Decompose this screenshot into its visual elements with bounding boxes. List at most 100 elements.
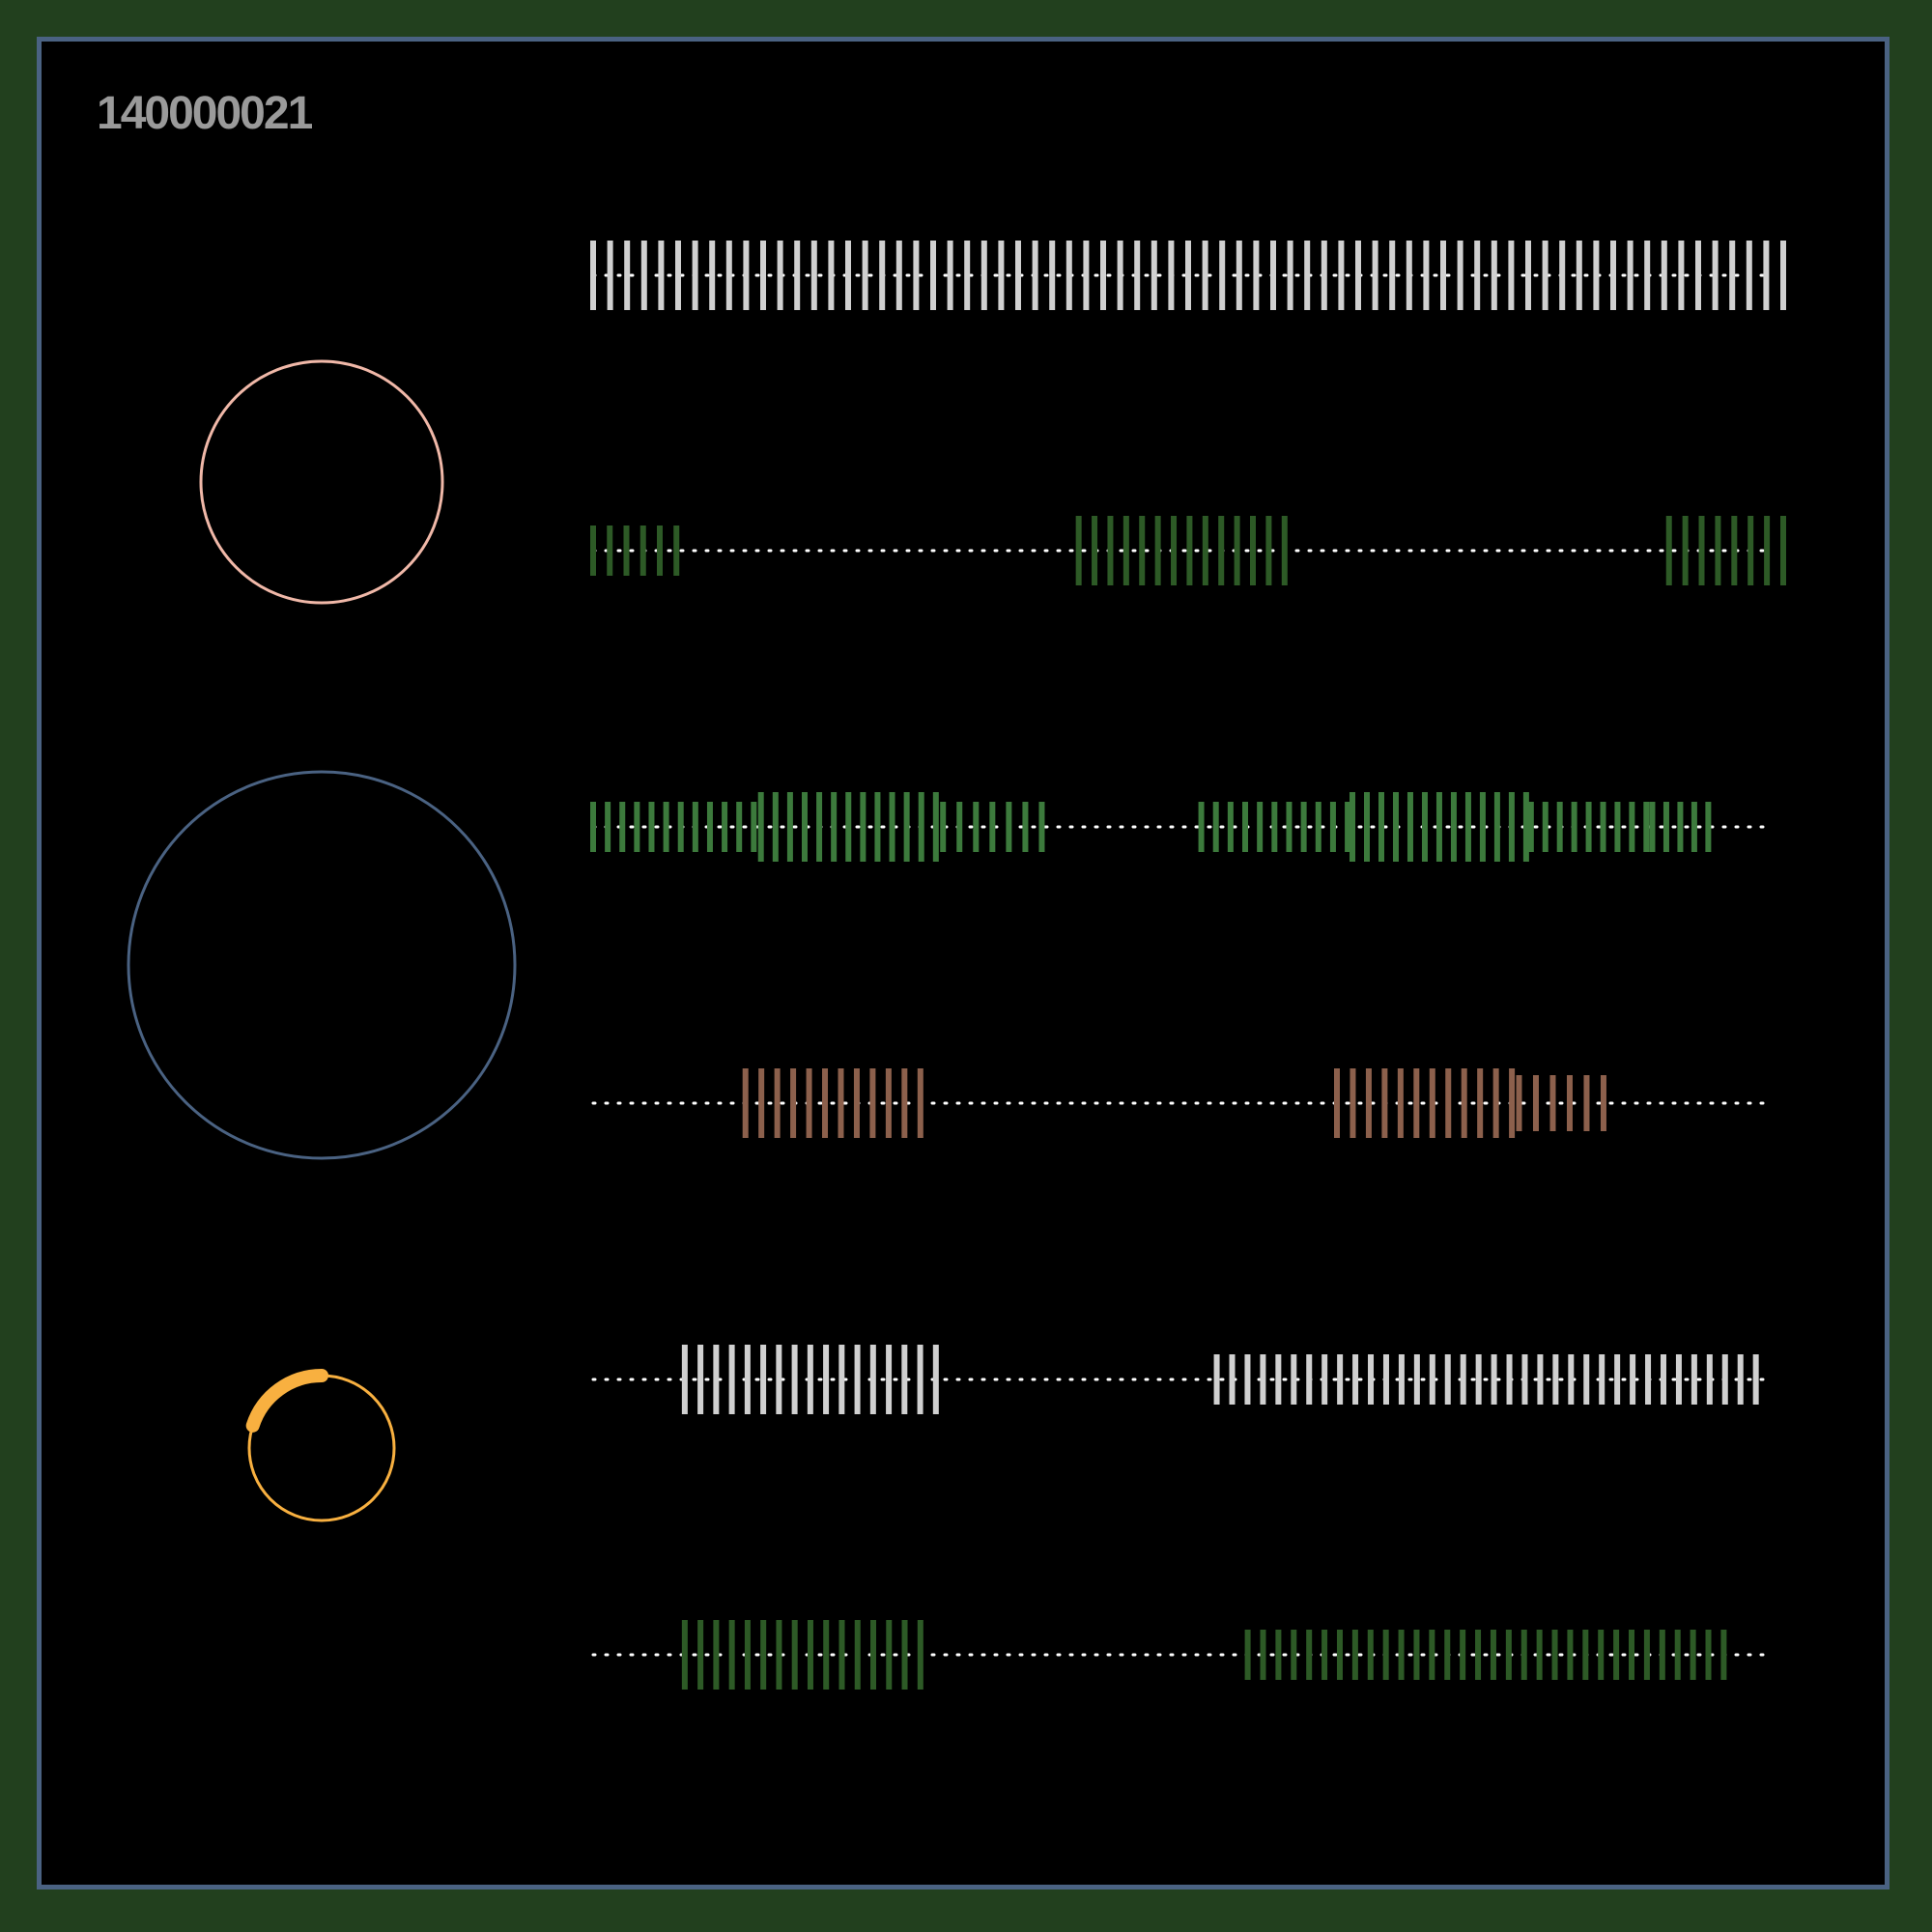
track-4-bar (901, 1068, 908, 1138)
track-6-bar (886, 1620, 893, 1690)
track-5-bar (901, 1345, 908, 1414)
track-5-bar (869, 1345, 876, 1414)
track-4-bar (1509, 1068, 1516, 1138)
track-4-bar (1516, 1075, 1522, 1131)
track-5-bar (823, 1345, 830, 1414)
track-2-bar (673, 526, 680, 576)
track-2-bar (623, 526, 630, 576)
track-4-bar (1477, 1068, 1484, 1138)
track-5-bar (1706, 1354, 1713, 1405)
track-6-bar (1720, 1630, 1727, 1680)
track-5-bar (1599, 1354, 1605, 1405)
track-3-bar (1212, 802, 1219, 852)
track-3-bar (1378, 792, 1384, 862)
track-3-bar (801, 792, 808, 862)
track-1-bar (1287, 241, 1293, 310)
track-1-bar (1185, 241, 1191, 310)
track-1-bar (777, 241, 783, 310)
track-5-bar (1552, 1354, 1559, 1405)
track-5-bar (744, 1345, 751, 1414)
track-4-bar (1600, 1075, 1606, 1131)
track-3-bar (1271, 802, 1278, 852)
track-1-bar (1491, 241, 1497, 310)
track-1-bar (1593, 241, 1600, 310)
tracks-layer (590, 241, 1786, 1690)
track-1-bar (862, 241, 868, 310)
track-6-bar (1705, 1630, 1712, 1680)
track-6-bar (1382, 1630, 1389, 1680)
blue-circle (127, 770, 517, 1160)
track-5-bar (917, 1345, 923, 1414)
track-1-bar (1406, 241, 1412, 310)
track-3-bar (663, 802, 669, 852)
track-3-bar (940, 802, 947, 852)
track-3-bar (648, 802, 655, 852)
track-3-bar (634, 802, 640, 852)
track-1-bar (794, 241, 801, 310)
track-4-bar (1492, 1068, 1499, 1138)
track-1-bar (1389, 241, 1396, 310)
track-4-bar (917, 1068, 923, 1138)
track-1-bar (607, 241, 613, 310)
track-6-bar (1490, 1630, 1496, 1680)
track-6-bar (681, 1620, 688, 1690)
track-6-bar (1629, 1630, 1635, 1680)
track-6-bar (1551, 1630, 1558, 1680)
track-1-bar (760, 241, 766, 310)
track-4-bar (869, 1068, 876, 1138)
track-1-bar (1270, 241, 1276, 310)
track-4-bar (1350, 1068, 1356, 1138)
track-4-bar (822, 1068, 829, 1138)
track-4-bar (1445, 1068, 1452, 1138)
track-2-bar (639, 526, 646, 576)
track-6-bar (1598, 1630, 1605, 1680)
track-3-bar (1198, 802, 1205, 852)
track-5-bar (1521, 1354, 1528, 1405)
track-5-bar (1752, 1354, 1759, 1405)
track-5-bar (1614, 1354, 1621, 1405)
track-3-bar (1542, 802, 1548, 852)
track-5-bar (1244, 1354, 1251, 1405)
track-3-bar (1227, 802, 1234, 852)
track-3-bar (1705, 802, 1712, 852)
track-3-bar (1006, 802, 1012, 852)
track-6-bar (1659, 1630, 1665, 1680)
track-1-bar (1695, 241, 1701, 310)
track-5-bar (728, 1345, 735, 1414)
track-6-bar (1505, 1630, 1512, 1680)
track-2-bar (1682, 516, 1689, 585)
track-5-bar (681, 1345, 688, 1414)
track-6-bar (1244, 1630, 1251, 1680)
track-6-bar (870, 1620, 877, 1690)
track-3-bar (1464, 792, 1471, 862)
track-6-bar (1536, 1630, 1543, 1680)
track-5-bar (1568, 1354, 1575, 1405)
track-3-bar (874, 792, 881, 862)
track-1-bar (1525, 241, 1531, 310)
track-3-bar (772, 792, 779, 862)
track-6-bar (776, 1620, 782, 1690)
track-3-bar (1662, 802, 1669, 852)
track-3-bar (1479, 792, 1486, 862)
track-3-segment-6 (1649, 802, 1712, 852)
track-3-bar (1585, 802, 1592, 852)
track-2-bar (1265, 516, 1272, 585)
track-2-bar (1715, 516, 1721, 585)
track-3-bar (1350, 792, 1356, 862)
track-5-bar (1275, 1354, 1282, 1405)
pink-circle (199, 359, 444, 605)
track-6-bar (1291, 1630, 1297, 1680)
track-1-bar (1610, 241, 1616, 310)
track-2-bar (1281, 516, 1288, 585)
track-2-bar (1747, 516, 1754, 585)
track-6-bar (1306, 1630, 1313, 1680)
track-5-bar (932, 1345, 939, 1414)
track-3-bar (845, 792, 852, 862)
track-3-bar (1242, 802, 1249, 852)
track-5-bar (1506, 1354, 1513, 1405)
track-3-bar (973, 802, 980, 852)
track-2-bar (607, 526, 613, 576)
track-3-segment-5 (1527, 802, 1650, 852)
track-5-bar (1352, 1354, 1359, 1405)
track-3-bar (619, 802, 626, 852)
